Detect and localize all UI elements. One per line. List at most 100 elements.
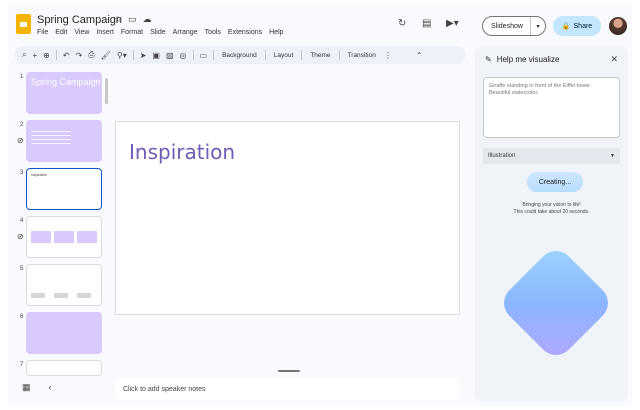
doc-title[interactable]: Spring Campaign	[37, 14, 122, 26]
menu-format[interactable]: Format	[121, 29, 143, 36]
slide-number: 6	[20, 314, 24, 320]
slide-thumbnail[interactable]	[26, 360, 102, 376]
thumbnail-boxes	[31, 231, 97, 243]
comment-icon[interactable]: ▭	[200, 51, 208, 60]
style-dropdown-value: Illustration	[488, 153, 516, 159]
print-icon[interactable]: ⎙	[88, 50, 94, 60]
slideshow-label[interactable]: Slideshow	[483, 17, 531, 35]
menu-arrange[interactable]: Arrange	[173, 29, 198, 36]
attachment-icon: ⊘	[17, 232, 24, 241]
slide-thumbnail-row: 4 ⊘	[8, 216, 114, 260]
title-icons: ☆ ▭ ☁	[114, 14, 152, 25]
divider	[132, 50, 134, 60]
slide-thumbnail[interactable]	[26, 216, 102, 258]
zoom-icon[interactable]: ⚲▾	[117, 51, 127, 60]
help-me-visualize-panel: ✎ Help me visualize ✕ Giraffe standing i…	[475, 46, 628, 402]
slide-thumbnail-row: 6	[8, 312, 114, 356]
slide-canvas[interactable]: Inspiration	[115, 121, 460, 315]
move-folder-icon[interactable]: ▭	[128, 14, 137, 25]
style-dropdown[interactable]: Illustration ▼	[483, 148, 620, 164]
slide-thumbnail[interactable]	[26, 264, 102, 306]
filmstrip-scrollbar[interactable]	[105, 78, 108, 104]
divider	[213, 50, 215, 60]
header: Spring Campaign ☆ ▭ ☁ File Edit View Ins…	[8, 4, 632, 46]
share-button[interactable]: 🔒 Share	[553, 16, 601, 36]
divider	[338, 50, 340, 60]
shape-icon[interactable]: ◎	[180, 51, 187, 60]
app-window: Spring Campaign ☆ ▭ ☁ File Edit View Ins…	[8, 4, 632, 406]
redo-icon[interactable]: ↷	[76, 51, 83, 60]
avatar[interactable]	[609, 17, 627, 35]
generating-placeholder-shape	[496, 243, 616, 363]
text-box-icon[interactable]: ▣	[152, 51, 160, 60]
meet-icon[interactable]: ▶▾	[446, 18, 459, 29]
menu-view[interactable]: View	[74, 29, 89, 36]
menu-insert[interactable]: Insert	[96, 29, 114, 36]
slide-heading[interactable]: Inspiration	[129, 140, 235, 164]
caret-down-icon: ▼	[610, 153, 615, 159]
toolbar: ⌕ + ⊕ ↶ ↷ ⎙ 🖌 ⚲▾ ➤ ▣ ▨ ◎ ▭ Background La…	[14, 46, 466, 64]
menu-slide[interactable]: Slide	[150, 29, 166, 36]
slide-thumbnail[interactable]	[26, 120, 102, 162]
theme-button[interactable]: Theme	[308, 52, 332, 59]
notes-resize-handle[interactable]	[278, 370, 300, 372]
divider	[192, 50, 194, 60]
divider	[55, 50, 57, 60]
collapse-filmstrip-icon[interactable]: ‹	[49, 382, 52, 393]
paint-format-icon[interactable]: 🖌	[101, 51, 111, 60]
slide-thumbnail-row: 1 Spring Campaign	[8, 72, 114, 116]
magic-wand-icon: ✎	[485, 55, 492, 64]
slide-thumbnail-row: 2 ⊘	[8, 120, 114, 164]
share-label: Share	[573, 22, 593, 30]
slide-thumbnail-text: Inspiration	[31, 173, 48, 177]
thumbnail-text-lines	[31, 131, 71, 145]
comments-icon[interactable]: ▤	[422, 18, 431, 29]
more-options-icon[interactable]: ⋮	[384, 51, 392, 60]
collapse-toolbar-icon[interactable]: ⌃	[416, 51, 423, 60]
select-icon[interactable]: ➤	[140, 51, 147, 60]
search-menus-icon[interactable]: ⌕	[22, 50, 26, 60]
slide-thumbnail[interactable]	[26, 312, 102, 354]
menubar: File Edit View Insert Format Slide Arran…	[37, 29, 284, 36]
grid-view-icon[interactable]: ▦	[22, 382, 31, 393]
slideshow-button[interactable]: Slideshow ▾	[482, 16, 546, 36]
panel-title: Help me visualize	[496, 55, 560, 64]
divider	[264, 50, 266, 60]
menu-file[interactable]: File	[37, 29, 48, 36]
star-icon[interactable]: ☆	[114, 14, 122, 25]
new-slide-icon[interactable]: +	[32, 51, 37, 60]
transition-button[interactable]: Transition	[346, 52, 378, 59]
filmstrip: 1 Spring Campaign 2 ⊘ 3 Inspiration 4 ⊘	[8, 70, 114, 380]
slide-thumbnail-row: 3 Inspiration	[8, 168, 114, 212]
slide-thumbnail-selected[interactable]: Inspiration	[26, 168, 102, 210]
menu-tools[interactable]: Tools	[205, 29, 221, 36]
menu-extensions[interactable]: Extensions	[228, 29, 262, 36]
menu-edit[interactable]: Edit	[55, 29, 67, 36]
speaker-notes[interactable]: Click to add speaker notes	[115, 378, 460, 400]
lock-icon: 🔒	[561, 23, 571, 30]
close-icon[interactable]: ✕	[610, 54, 618, 65]
slide-thumbnail-row: 5	[8, 264, 114, 308]
image-icon[interactable]: ▨	[166, 51, 174, 60]
divider	[301, 50, 303, 60]
layout-button[interactable]: Layout	[272, 52, 296, 59]
slide-number: 2	[20, 122, 24, 128]
slide-number: 3	[20, 170, 24, 176]
slide-thumbnail[interactable]: Spring Campaign	[26, 72, 102, 114]
progress-message-line: Bringing your vision to life!	[522, 202, 581, 208]
background-button[interactable]: Background	[220, 52, 259, 59]
menu-help[interactable]: Help	[269, 29, 283, 36]
prompt-input[interactable]: Giraffe standing in front of the Eiffel …	[483, 77, 620, 138]
panel-header: ✎ Help me visualize	[485, 55, 559, 64]
thumbnail-text-lines	[31, 293, 97, 298]
chevron-down-icon[interactable]: ▾	[531, 23, 545, 30]
creating-button[interactable]: Creating...	[527, 172, 583, 192]
new-slide-layout-icon[interactable]: ⊕	[43, 51, 50, 60]
slide-number: 4	[20, 218, 24, 224]
cloud-status-icon[interactable]: ☁	[143, 14, 152, 25]
slide-number: 1	[20, 74, 24, 80]
slide-number: 7	[20, 362, 24, 368]
history-icon[interactable]: ↻	[398, 18, 406, 29]
undo-icon[interactable]: ↶	[63, 51, 70, 60]
slides-logo-icon[interactable]	[16, 14, 31, 34]
